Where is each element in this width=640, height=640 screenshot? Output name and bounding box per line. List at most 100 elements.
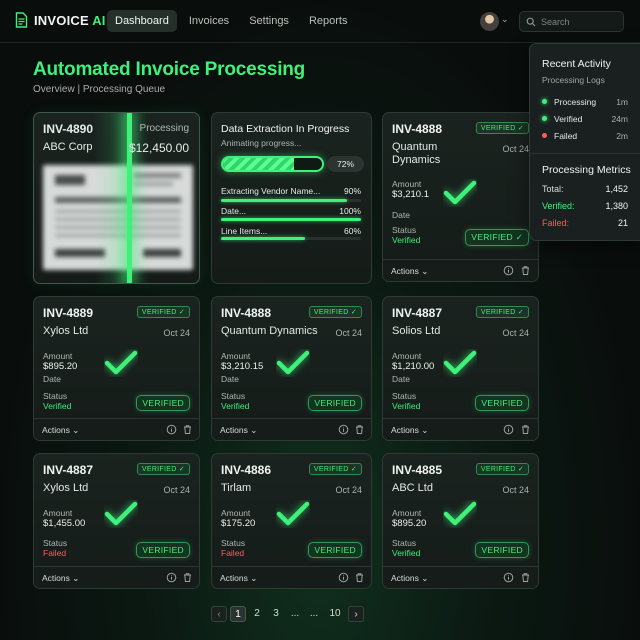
prev-page-button[interactable]: ‹ [211, 606, 227, 622]
vendor-name: ABC Ltd [392, 482, 433, 494]
info-icon[interactable] [503, 572, 514, 583]
nav-reports[interactable]: Reports [301, 10, 356, 32]
status-value: Verified [392, 401, 421, 411]
amount-label: Amount [221, 508, 251, 518]
actions-dropdown[interactable]: Actions ⌄ [42, 425, 79, 436]
status-dot [542, 99, 547, 104]
page-1-button[interactable]: 1 [230, 606, 246, 622]
scan-haze [94, 113, 128, 283]
checkmark-icon [104, 501, 138, 526]
invoice-card[interactable]: INV-4888 VERIFIED ✓ Quantum Dynamics Oct… [382, 112, 539, 282]
status-value: Failed [43, 548, 67, 558]
log-item[interactable]: Verified [542, 114, 582, 124]
info-icon[interactable] [338, 424, 349, 435]
invoice-card[interactable]: INV-4886 VERIFIED ✓ Tirlam Oct 24 Amount… [211, 453, 372, 589]
log-item[interactable]: Processing [542, 97, 596, 107]
trash-icon[interactable] [354, 572, 365, 583]
log-item[interactable]: Failed [542, 131, 577, 141]
search-input[interactable] [541, 16, 621, 27]
actions-dropdown[interactable]: Actions ⌄ [220, 573, 257, 584]
nav-settings[interactable]: Settings [241, 10, 297, 32]
invoice-card[interactable]: INV-4887 VERIFIED ✓ Solios Ltd Oct 24 Am… [382, 296, 539, 441]
log-time: 2m [616, 131, 628, 141]
metric-verified-label: Verified: [542, 201, 575, 211]
page-10-button[interactable]: 10 [325, 606, 345, 622]
verified-pill: VERIFIED [308, 542, 362, 558]
amount-label: Amount [221, 351, 251, 361]
page-3-button[interactable]: 3 [268, 606, 284, 622]
invoice-card[interactable]: INV-4887 VERIFIED ✓ Xylos Ltd Oct 24 Amo… [33, 453, 200, 589]
verified-pill: VERIFIED [475, 395, 529, 411]
status-value: Verified [221, 401, 250, 411]
invoice-id: INV-4885 [392, 463, 443, 477]
search-box [519, 11, 624, 32]
amount-value: $3,210.15 [221, 361, 264, 372]
page-2-button[interactable]: 2 [249, 606, 265, 622]
extract-row-label: Line Items... [221, 226, 268, 236]
status-dot [542, 116, 547, 121]
actions-dropdown[interactable]: Actions ⌄ [391, 425, 428, 436]
invoice-date: Oct 24 [163, 328, 190, 338]
page-title: Automated Invoice Processing [33, 59, 306, 80]
extract-row-percent: 90% [343, 186, 361, 196]
extract-row-label: Extracting Vendor Name... [221, 186, 321, 196]
date-label: Date [392, 210, 410, 220]
trash-icon[interactable] [182, 424, 193, 435]
amount-label: Amount [43, 508, 73, 518]
verified-badge: VERIFIED ✓ [308, 306, 362, 318]
trash-icon[interactable] [354, 424, 365, 435]
nav-links: Dashboard Invoices Settings Reports [107, 10, 355, 32]
actions-dropdown[interactable]: Actions ⌄ [220, 425, 257, 436]
invoice-date: Oct 24 [163, 485, 190, 495]
invoice-id: INV-4887 [43, 463, 94, 477]
actions-dropdown[interactable]: Actions ⌄ [391, 573, 428, 584]
verified-badge: VERIFIED ✓ [136, 306, 190, 318]
info-icon[interactable] [338, 572, 349, 583]
invoice-card[interactable]: INV-4888 VERIFIED ✓ Quantum Dynamics Oct… [211, 296, 372, 441]
metric-failed-value: 21 [617, 218, 628, 228]
vendor-name: Quantum Dynamics [392, 141, 441, 166]
brand[interactable]: INVOICE AI [15, 12, 106, 28]
next-page-button[interactable]: › [348, 606, 364, 622]
chevron-down-icon[interactable]: ⌄ [501, 14, 509, 25]
avatar[interactable] [480, 12, 499, 31]
verified-pill: VERIFIED [136, 542, 190, 558]
status-value: Verified [392, 235, 421, 245]
info-icon[interactable] [166, 424, 177, 435]
amount-label: Amount [392, 179, 422, 189]
panel-divider [530, 153, 640, 154]
amount-value: $175.20 [221, 518, 256, 529]
invoice-card[interactable]: INV-4885 VERIFIED ✓ ABC Ltd Oct 24 Amoun… [382, 453, 539, 589]
actions-dropdown[interactable]: Actions ⌄ [391, 266, 428, 277]
processing-card[interactable]: INV-4890 Processing ABC Corp $12,450.00 [33, 112, 200, 284]
activity-subtitle: Processing Logs [542, 75, 605, 85]
extract-row-label: Date... [221, 206, 247, 216]
invoice-card[interactable]: INV-4889 VERIFIED ✓ Xylos Ltd Oct 24 Amo… [33, 296, 200, 441]
document-icon [15, 12, 28, 28]
log-time: 24m [611, 114, 628, 124]
info-icon[interactable] [503, 265, 514, 276]
trash-icon[interactable] [520, 424, 531, 435]
card-footer: Actions ⌄ [34, 566, 199, 588]
info-icon[interactable] [503, 424, 514, 435]
amount-value: $895.20 [392, 518, 427, 529]
invoice-date: Oct 24 [502, 485, 529, 495]
invoice-date: Oct 24 [335, 485, 362, 495]
status-dot [542, 133, 547, 138]
invoice-date: Oct 24 [502, 144, 529, 154]
trash-icon[interactable] [520, 265, 531, 276]
trash-icon[interactable] [520, 572, 531, 583]
trash-icon[interactable] [182, 572, 193, 583]
nav-dashboard[interactable]: Dashboard [107, 10, 177, 32]
card-footer: Actions ⌄ [383, 418, 538, 440]
nav-invoices[interactable]: Invoices [181, 10, 237, 32]
status-value: Verified [392, 548, 421, 558]
page-ellipsis: ... [309, 608, 319, 619]
amount-label: Amount [392, 508, 422, 518]
info-icon[interactable] [166, 572, 177, 583]
actions-dropdown[interactable]: Actions ⌄ [42, 573, 79, 584]
checkmark-icon [276, 501, 310, 526]
extract-row-percent: 60% [343, 226, 361, 236]
invoice-id: INV-4889 [43, 306, 94, 320]
extract-row-bar [221, 218, 361, 221]
